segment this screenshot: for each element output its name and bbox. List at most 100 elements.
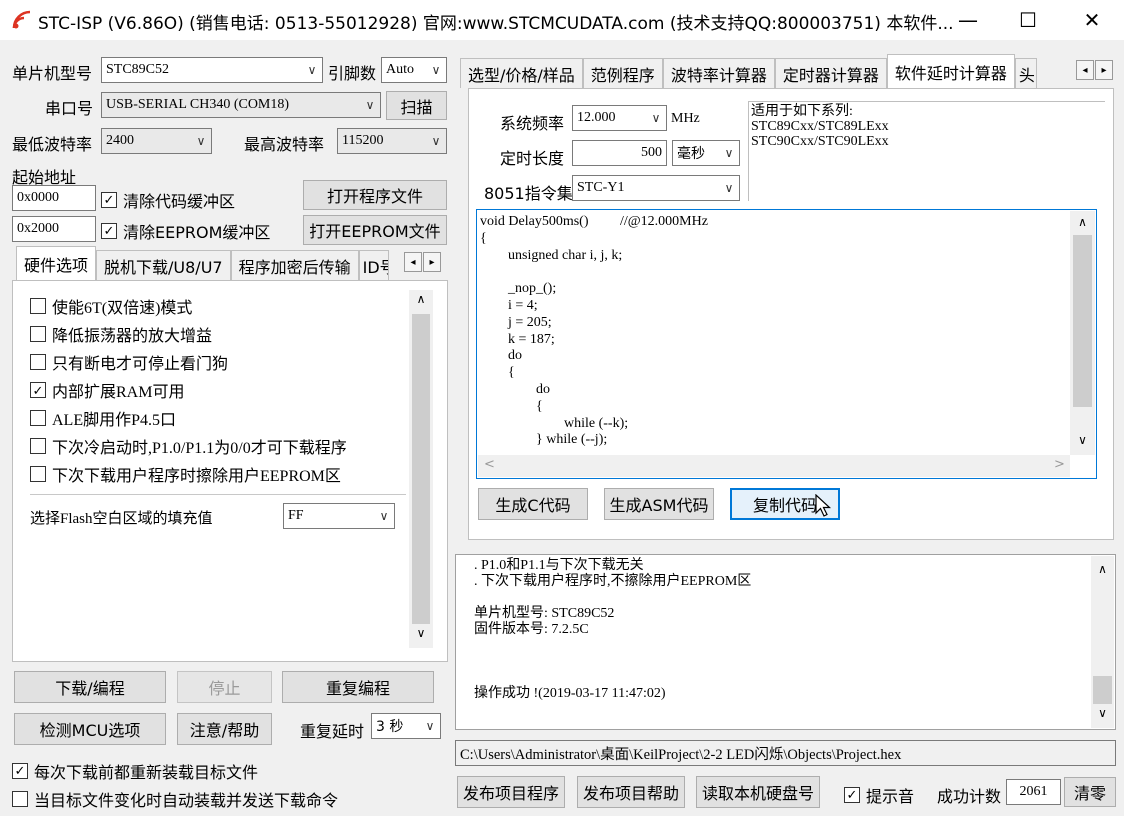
scroll-down-icon[interactable]: ∨ — [1070, 433, 1095, 447]
code-vertical-scrollbar[interactable]: ∧ ∨ — [1070, 211, 1095, 455]
duration-unit-select[interactable]: 毫秒 ∨ — [672, 140, 740, 166]
help-button[interactable]: 注意/帮助 — [177, 713, 272, 745]
clear-code-checkbox[interactable]: ✓ 清除代码缓冲区 — [101, 188, 235, 212]
tab-scroll-left-icon[interactable]: ◂ — [1076, 60, 1094, 80]
download-program-button[interactable]: 下载/编程 — [14, 671, 166, 703]
tab-hardware-options[interactable]: 硬件选项 — [16, 246, 97, 280]
clear-count-button[interactable]: 清零 — [1064, 777, 1116, 807]
hardware-option-label: 下次冷启动时,P1.0/P1.1为0/0才可下载程序 — [52, 440, 347, 457]
hardware-option-5[interactable]: 下次冷启动时,P1.0/P1.1为0/0才可下载程序 — [30, 434, 347, 458]
open-program-file-button[interactable]: 打开程序文件 — [303, 180, 447, 210]
code-horizontal-scrollbar[interactable]: < > — [478, 455, 1070, 477]
check-mcu-options-button[interactable]: 检测MCU选项 — [14, 713, 166, 745]
tab-scroll-right-icon[interactable]: ▸ — [423, 252, 441, 272]
duration-label: 定时长度 — [500, 149, 565, 168]
fill-value-select[interactable]: FF ∨ — [283, 503, 395, 529]
open-eeprom-file-button[interactable]: 打开EEPROM文件 — [303, 215, 447, 245]
mcu-type-value: STC89C52 — [106, 62, 170, 77]
scroll-left-icon[interactable]: < — [484, 457, 495, 472]
tab-header[interactable]: 头 — [1014, 58, 1037, 88]
tab-scroll-right-icon[interactable]: ▸ — [1095, 60, 1113, 80]
min-baud-label: 最低波特率 — [12, 135, 93, 154]
scroll-thumb[interactable] — [1073, 235, 1092, 407]
scroll-thumb[interactable] — [1093, 676, 1112, 704]
scroll-up-icon[interactable]: ∧ — [1070, 215, 1095, 229]
generate-c-code-button[interactable]: 生成C代码 — [478, 488, 588, 520]
stop-button[interactable]: 停止 — [177, 671, 272, 703]
max-baud-label: 最高波特率 — [244, 135, 325, 154]
scan-button[interactable]: 扫描 — [386, 91, 447, 120]
tab-baud-calculator[interactable]: 波特率计算器 — [662, 58, 775, 88]
hardware-option-0[interactable]: 使能6T(双倍速)模式 — [30, 294, 192, 318]
instruction-set-label: 8051指令集 — [484, 184, 573, 203]
auto-send-checkbox[interactable]: 当目标文件变化时自动装载并发送下载命令 — [12, 787, 338, 811]
scroll-right-icon[interactable]: > — [1054, 457, 1065, 472]
minimize-button[interactable]: — — [940, 0, 996, 40]
chevron-down-icon: ∨ — [379, 508, 389, 523]
repeat-delay-value: 3 秒 — [376, 719, 404, 735]
tab-timer-calculator[interactable]: 定时器计算器 — [774, 58, 887, 88]
min-baud-select[interactable]: 2400 ∨ — [101, 128, 212, 154]
system-frequency-select[interactable]: 12.000 ∨ — [572, 105, 667, 131]
tab-id[interactable]: ID号 — [358, 250, 389, 280]
tab-scroll-left-icon[interactable]: ◂ — [404, 252, 422, 272]
app-logo-icon — [12, 10, 31, 29]
checkbox-unchecked-icon — [30, 326, 46, 342]
chevron-down-icon: ∨ — [365, 97, 375, 112]
scroll-down-icon[interactable]: ∨ — [409, 626, 433, 640]
repeat-delay-select[interactable]: 3 秒 ∨ — [371, 713, 441, 739]
left-tab-bar: 硬件选项 脱机下载/U8/U7 程序加密后传输 ID号 — [16, 246, 389, 280]
right-tab-bar: 选型/价格/样品 范例程序 波特率计算器 定时器计算器 软件延时计算器 头 — [460, 54, 1037, 88]
code-address-input[interactable]: 0x0000 — [12, 185, 96, 211]
scroll-down-icon[interactable]: ∨ — [1091, 706, 1114, 720]
reprogram-button[interactable]: 重复编程 — [282, 671, 434, 703]
read-disk-id-button[interactable]: 读取本机硬盘号 — [696, 776, 820, 808]
options-scrollbar[interactable]: ∧ ∨ — [409, 290, 433, 648]
tab-encrypted-transfer[interactable]: 程序加密后传输 — [230, 250, 359, 280]
right-tab-scroller: ◂ ▸ — [1076, 60, 1113, 80]
scroll-thumb[interactable] — [412, 314, 430, 624]
publish-help-button[interactable]: 发布项目帮助 — [577, 776, 685, 808]
generate-asm-code-button[interactable]: 生成ASM代码 — [604, 488, 714, 520]
tab-delay-calculator[interactable]: 软件延时计算器 — [886, 54, 1015, 88]
hardware-option-1[interactable]: 降低振荡器的放大增益 — [30, 322, 212, 346]
pin-count-select[interactable]: Auto ∨ — [381, 57, 447, 83]
hardware-option-4[interactable]: ALE脚用作P4.5口 — [30, 406, 176, 430]
tab-selection-price[interactable]: 选型/价格/样品 — [460, 58, 583, 88]
tab-examples[interactable]: 范例程序 — [582, 58, 663, 88]
checkbox-unchecked-icon — [30, 438, 46, 454]
hardware-option-3[interactable]: ✓ 内部扩展RAM可用 — [30, 378, 184, 402]
publish-project-button[interactable]: 发布项目程序 — [457, 776, 565, 808]
generated-code: void Delay500ms() //@12.000MHz { unsigne… — [480, 214, 708, 448]
reload-label: 每次下载前都重新装载目标文件 — [34, 763, 259, 782]
mcu-type-select[interactable]: STC89C52 ∨ — [101, 57, 323, 83]
scroll-up-icon[interactable]: ∧ — [1091, 562, 1114, 576]
reload-before-download-checkbox[interactable]: ✓ 每次下载前都重新装载目标文件 — [12, 759, 258, 783]
left-tab-scroller: ◂ ▸ — [404, 252, 441, 272]
title-bar[interactable]: STC-ISP (V6.86O) (销售电话: 0513-55012928) 官… — [0, 0, 1124, 40]
hardware-option-6[interactable]: 下次下载用户程序时擦除用户EEPROM区 — [30, 462, 341, 486]
scroll-up-icon[interactable]: ∧ — [409, 292, 433, 306]
chevron-down-icon: ∨ — [425, 719, 435, 733]
checkbox-unchecked-icon — [30, 354, 46, 370]
pin-count-label: 引脚数 — [328, 64, 377, 83]
hardware-option-label: 内部扩展RAM可用 — [52, 384, 185, 401]
instruction-set-select[interactable]: STC-Y1 ∨ — [572, 175, 740, 201]
chevron-down-icon: ∨ — [431, 133, 441, 148]
close-button[interactable]: ✕ — [1064, 0, 1120, 40]
checkbox-checked-icon: ✓ — [101, 192, 117, 208]
tab-offline-download[interactable]: 脱机下载/U8/U7 — [96, 250, 231, 280]
maximize-button[interactable]: ☐ — [1000, 0, 1056, 40]
checkbox-checked-icon: ✓ — [844, 787, 860, 803]
eeprom-address-input[interactable]: 0x2000 — [12, 216, 96, 242]
log-scrollbar[interactable]: ∧ ∨ — [1091, 556, 1114, 728]
chevron-down-icon: ∨ — [651, 110, 661, 125]
log-text: . P1.0和P1.1与下次下载无关 . 下次下载用户程序时,不擦除用户EEPR… — [474, 558, 752, 701]
checkbox-unchecked-icon — [30, 410, 46, 426]
clear-eeprom-checkbox[interactable]: ✓ 清除EEPROM缓冲区 — [101, 219, 270, 243]
serial-port-select[interactable]: USB-SERIAL CH340 (COM18) ∨ — [101, 92, 381, 118]
beep-checkbox[interactable]: ✓ 提示音 — [844, 783, 914, 807]
duration-input[interactable]: 500 — [572, 140, 667, 166]
hardware-option-2[interactable]: 只有断电才可停止看门狗 — [30, 350, 228, 374]
max-baud-select[interactable]: 115200 ∨ — [337, 128, 447, 154]
